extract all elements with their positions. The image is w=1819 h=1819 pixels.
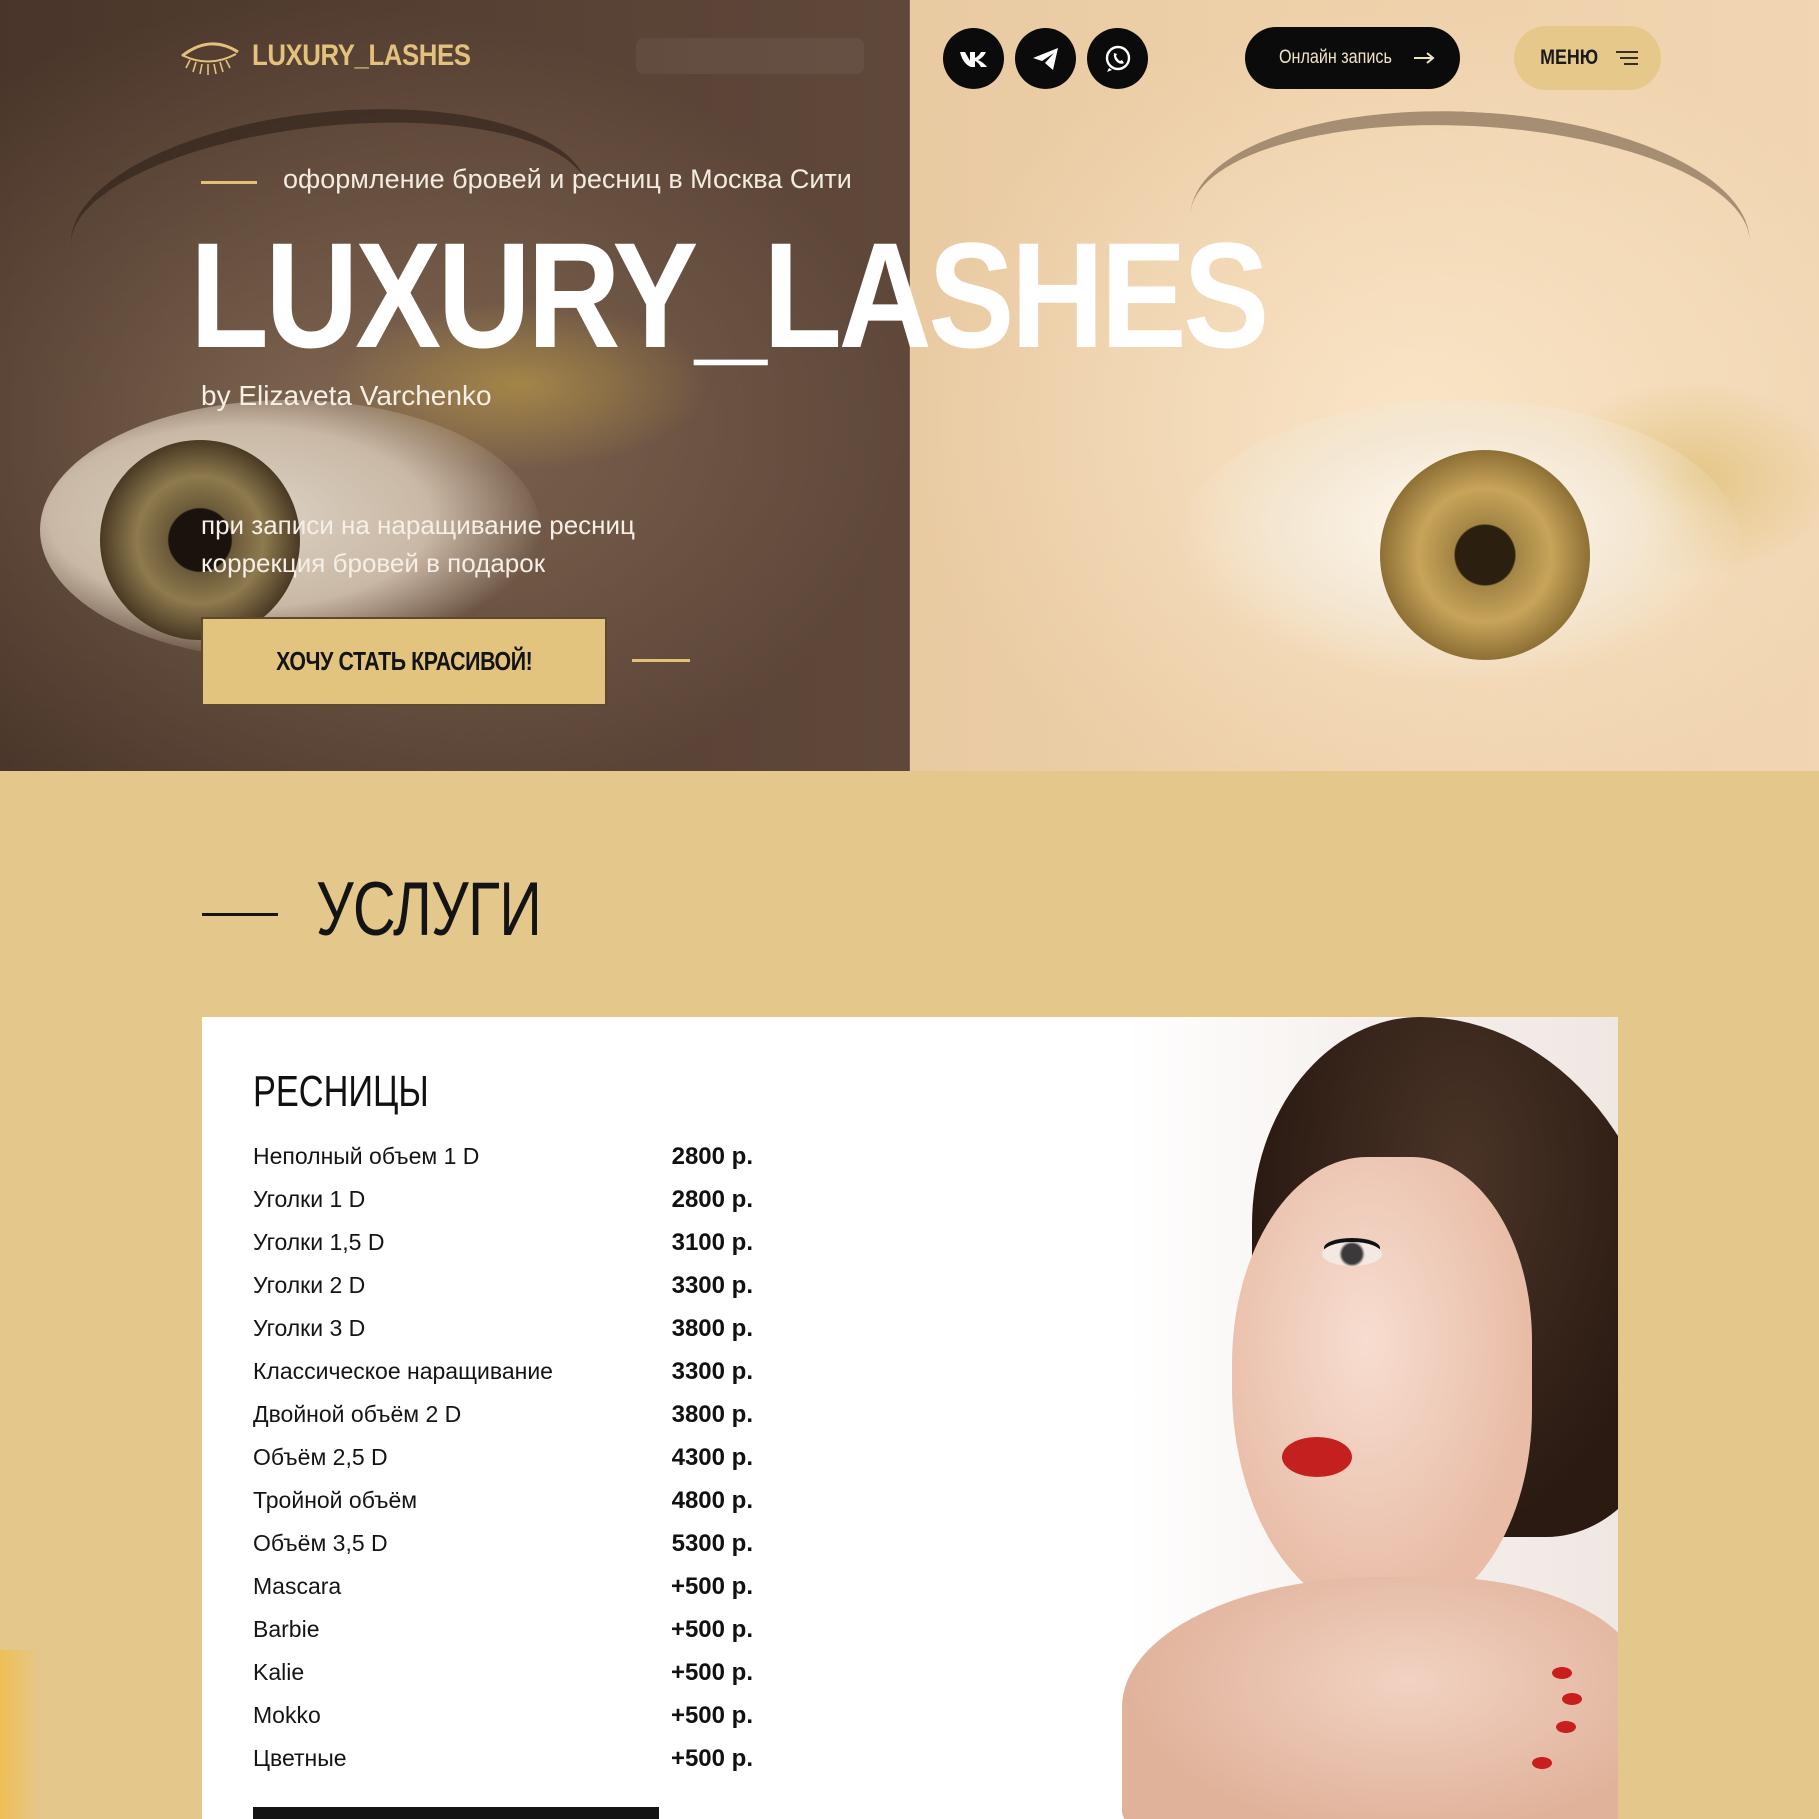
site-logo[interactable]: LUXURY_LASHES: [178, 34, 506, 78]
service-price: 4800 р.: [671, 1486, 753, 1514]
price-row: Barbie +500 р.: [253, 1608, 753, 1651]
menu-label: МЕНЮ: [1540, 46, 1599, 69]
hero-promo: при записи на наращивание ресниц коррекц…: [201, 506, 635, 582]
model-face: [1232, 1157, 1532, 1617]
arrow-right-icon: [1413, 52, 1435, 64]
service-name: Объём 2,5 D: [253, 1444, 388, 1470]
service-name: Неполный объем 1 D: [253, 1143, 480, 1169]
service-price: 2800 р.: [671, 1142, 753, 1170]
price-row: Уголки 1,5 D 3100 р.: [253, 1221, 753, 1264]
price-row: Уголки 3 D 3800 р.: [253, 1307, 753, 1350]
service-name: Уголки 1,5 D: [253, 1229, 385, 1255]
service-name: Классическое наращивание: [253, 1358, 553, 1384]
service-name: Двойной объём 2 D: [253, 1401, 462, 1427]
hero-section: LUXURY_LASHES Онлайн запись МЕНЮ оформле…: [0, 0, 1819, 771]
lashes-price-card: РЕСНИЦЫ Неполный объем 1 D 2800 р. Уголки…: [202, 1017, 1618, 1819]
service-price: +500 р.: [670, 1615, 753, 1643]
service-name: Kalie: [253, 1659, 305, 1685]
service-name: Цветные: [253, 1745, 347, 1771]
price-row: Тройной объём 4800 р.: [253, 1479, 753, 1522]
service-name: Уголки 2 D: [253, 1272, 366, 1298]
decorative-gold-glow: [0, 1650, 40, 1819]
model-eye: [1322, 1242, 1382, 1266]
whatsapp-button[interactable]: [1087, 28, 1148, 89]
eye-logo-icon: [181, 42, 239, 75]
hamburger-icon: [1615, 51, 1638, 65]
hero-title: LUXURY_LASHES: [190, 211, 1269, 379]
price-row: Двойной объём 2 D 3800 р.: [253, 1393, 753, 1436]
card-heading: РЕСНИЦЫ: [253, 1067, 429, 1116]
card-action-button-partial[interactable]: [253, 1807, 659, 1819]
service-price: 2800 р.: [671, 1185, 753, 1213]
topbar-placeholder: [636, 38, 864, 74]
service-price: +500 р.: [670, 1701, 753, 1729]
price-row: Классическое наращивание 3300 р.: [253, 1350, 753, 1393]
online-booking-button[interactable]: Онлайн запись: [1245, 27, 1460, 89]
price-row: Mokko +500 р.: [253, 1694, 753, 1737]
service-price: 3100 р.: [671, 1228, 753, 1256]
service-name: Уголки 1 D: [253, 1186, 366, 1212]
service-price: 3800 р.: [671, 1400, 753, 1428]
price-list: Неполный объем 1 D 2800 р. Уголки 1 D 2800…: [253, 1135, 753, 1780]
online-booking-label: Онлайн запись: [1279, 47, 1392, 68]
model-nails: [1552, 1667, 1572, 1679]
service-name: Barbie: [253, 1616, 320, 1642]
iris-right: [1380, 450, 1590, 660]
telegram-button[interactable]: [1015, 28, 1076, 89]
menu-button[interactable]: МЕНЮ: [1514, 26, 1661, 90]
service-name: Mokko: [253, 1702, 321, 1728]
price-row: Цветные +500 р.: [253, 1737, 753, 1780]
price-row: Объём 3,5 D 5300 р.: [253, 1522, 753, 1565]
price-row: Объём 2,5 D 4300 р.: [253, 1436, 753, 1479]
hero-cta-button[interactable]: ХОЧУ СТАТЬ КРАСИВОЙ!: [201, 617, 607, 706]
telegram-icon: [1032, 47, 1058, 70]
service-name: Объём 3,5 D: [253, 1530, 388, 1556]
hero-cta-dash: [632, 659, 690, 662]
price-row: Уголки 1 D 2800 р.: [253, 1178, 753, 1221]
service-name: Уголки 3 D: [253, 1315, 366, 1341]
service-price: 3300 р.: [671, 1271, 753, 1299]
service-name: Тройной объём: [253, 1487, 418, 1513]
price-row: Mascara +500 р.: [253, 1565, 753, 1608]
whatsapp-icon: [1105, 45, 1130, 72]
services-title: УСЛУГИ: [316, 867, 542, 952]
hero-subtitle: оформление бровей и ресниц в Москва Сити: [283, 164, 852, 194]
service-price: +500 р.: [670, 1744, 753, 1772]
hero-promo-line1: при записи на наращивание ресниц: [201, 510, 635, 540]
service-price: +500 р.: [670, 1572, 753, 1600]
logo-text: LUXURY_LASHES: [252, 39, 471, 72]
hero-byline: by Elizaveta Varchenko: [201, 380, 492, 411]
price-row: Уголки 2 D 3300 р.: [253, 1264, 753, 1307]
vk-button[interactable]: [943, 28, 1004, 89]
service-name: Mascara: [253, 1573, 342, 1599]
service-price: 5300 р.: [671, 1529, 753, 1557]
hero-subtitle-dash: [201, 181, 257, 184]
services-title-dash: [202, 913, 278, 916]
service-price: +500 р.: [670, 1658, 753, 1686]
service-price: 3300 р.: [671, 1357, 753, 1385]
service-price: 3800 р.: [671, 1314, 753, 1342]
price-row: Kalie +500 р.: [253, 1651, 753, 1694]
hero-cta-label: ХОЧУ СТАТЬ КРАСИВОЙ!: [275, 646, 533, 676]
vk-icon: [959, 51, 987, 67]
model-lips: [1282, 1437, 1352, 1477]
hero-promo-line2: коррекция бровей в подарок: [201, 548, 546, 578]
price-row: Неполный объем 1 D 2800 р.: [253, 1135, 753, 1178]
service-price: 4300 р.: [671, 1443, 753, 1471]
